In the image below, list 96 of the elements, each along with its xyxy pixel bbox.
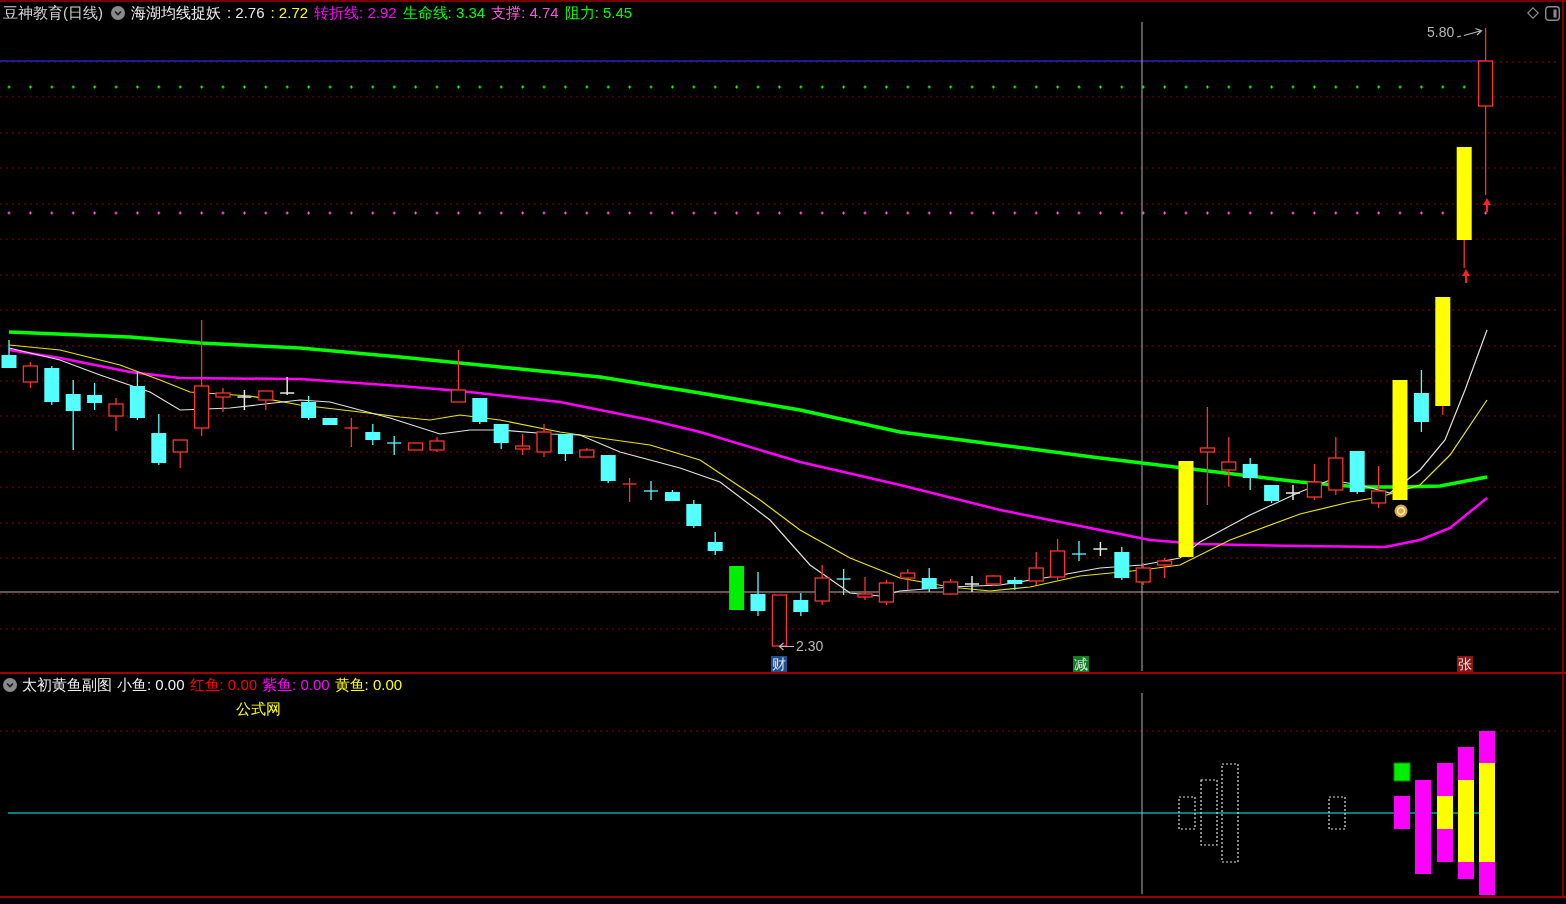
dotted-bar [1200,779,1218,846]
falling-candle [1242,457,1258,491]
indicator-name: 海湖均线捉妖 [131,4,221,22]
falling-candle [322,417,338,426]
rising-candle [1156,557,1173,579]
indicator-value: 黄鱼: 0.00 [334,676,403,694]
falling-candle [1349,450,1365,495]
falling-candle [600,454,616,484]
rising-candle [814,564,830,606]
indicator-value: 支撑: 4.74 [491,4,559,22]
rising-candle [22,361,39,389]
falling-candle [1114,546,1130,581]
falling-candle [1264,484,1280,504]
collapse-icon[interactable] [3,678,17,692]
indicator-value: : 2.72 [270,4,309,22]
event-marker[interactable]: 减 [1073,656,1089,672]
chart-title: 豆神教育(日线) [3,4,103,22]
rising-candle [985,574,1002,587]
marker-block [1393,762,1411,782]
falling-candle [493,423,509,450]
indicator-value: 阻力: 5.45 [564,4,633,22]
indicator-value: 生命线: 3.34 [402,4,486,22]
rising-candle [942,578,959,596]
doji-candle [964,575,980,593]
rising-candle [771,594,788,647]
left-arrow-icon [778,642,794,651]
coin-icon [1394,504,1408,518]
rising-candle [108,397,124,432]
dotted-bar [1328,796,1346,830]
doji-candle [279,376,295,396]
rising-candle [536,423,552,458]
rising-candle [343,417,360,448]
indicator-value: : 2.76 [227,4,265,22]
rising-candle [514,433,531,456]
falling-candle [65,379,81,451]
falling-candle [1,339,17,369]
formula-note: 公式网 [236,700,281,717]
rising-candle [1306,463,1323,501]
falling-candle [129,371,145,421]
event-marker[interactable]: 财 [771,656,787,672]
rising-candle [1328,436,1344,496]
indicator-value: 小鱼: 0.00 [117,676,185,694]
diamond-icon[interactable] [1527,7,1539,19]
falling-candle [1413,369,1429,433]
rising-candle [450,349,467,403]
up-arrow-icon [1483,198,1491,213]
falling-candle [365,423,381,446]
rising-candle [900,568,916,591]
rising-candle [1049,538,1066,581]
falling-candle [386,435,402,456]
falling-candle [686,499,702,529]
indicator-value: 紫鱼: 0.00 [262,676,330,694]
panel-toggle-icon[interactable] [1545,5,1560,21]
falling-candle [44,365,60,406]
indicator-value: 红鱼: 0.00 [189,676,258,694]
price-label: 2.30 [796,638,824,655]
indicator-value: 转折线: 2.92 [314,4,397,22]
falling-candle [1007,576,1023,591]
doji-candle [1285,484,1301,501]
price-label: 5.80 [1427,24,1455,41]
falling-candle [835,568,852,596]
falling-candle [301,395,317,421]
falling-candle [472,397,488,425]
rising-candle [1135,562,1151,586]
doji-candle [236,389,253,411]
falling-candle [664,489,680,502]
rising-candle [857,576,873,601]
falling-candle [793,592,809,617]
falling-candle [1071,540,1087,562]
falling-candle [643,480,659,501]
rising-candle [621,477,638,503]
rising-candle [258,390,274,411]
rising-candle [215,387,231,413]
right-arrow-icon [1456,26,1484,39]
falling-candle [151,413,167,466]
indicator-name: 太初黄鱼副图 [22,676,112,694]
event-marker[interactable]: 张 [1457,656,1473,672]
falling-candle [557,433,573,462]
collapse-icon[interactable] [111,6,125,20]
rising-candle [1221,436,1237,488]
doji-candle [1092,541,1109,557]
falling-candle [921,567,937,593]
rising-candle [172,439,188,469]
rising-candle [579,447,595,459]
up-arrow-icon [1462,269,1470,284]
falling-candle [87,382,103,411]
falling-candle [707,531,723,556]
rising-candle [878,579,895,606]
rising-candle [1370,465,1387,509]
marked-candle [729,566,745,610]
stacked-bar [1394,796,1410,829]
rising-candle [429,436,445,453]
rising-candle [407,442,424,451]
dotted-bar [1178,796,1196,830]
rising-candle [1028,551,1044,586]
falling-candle [750,571,766,617]
